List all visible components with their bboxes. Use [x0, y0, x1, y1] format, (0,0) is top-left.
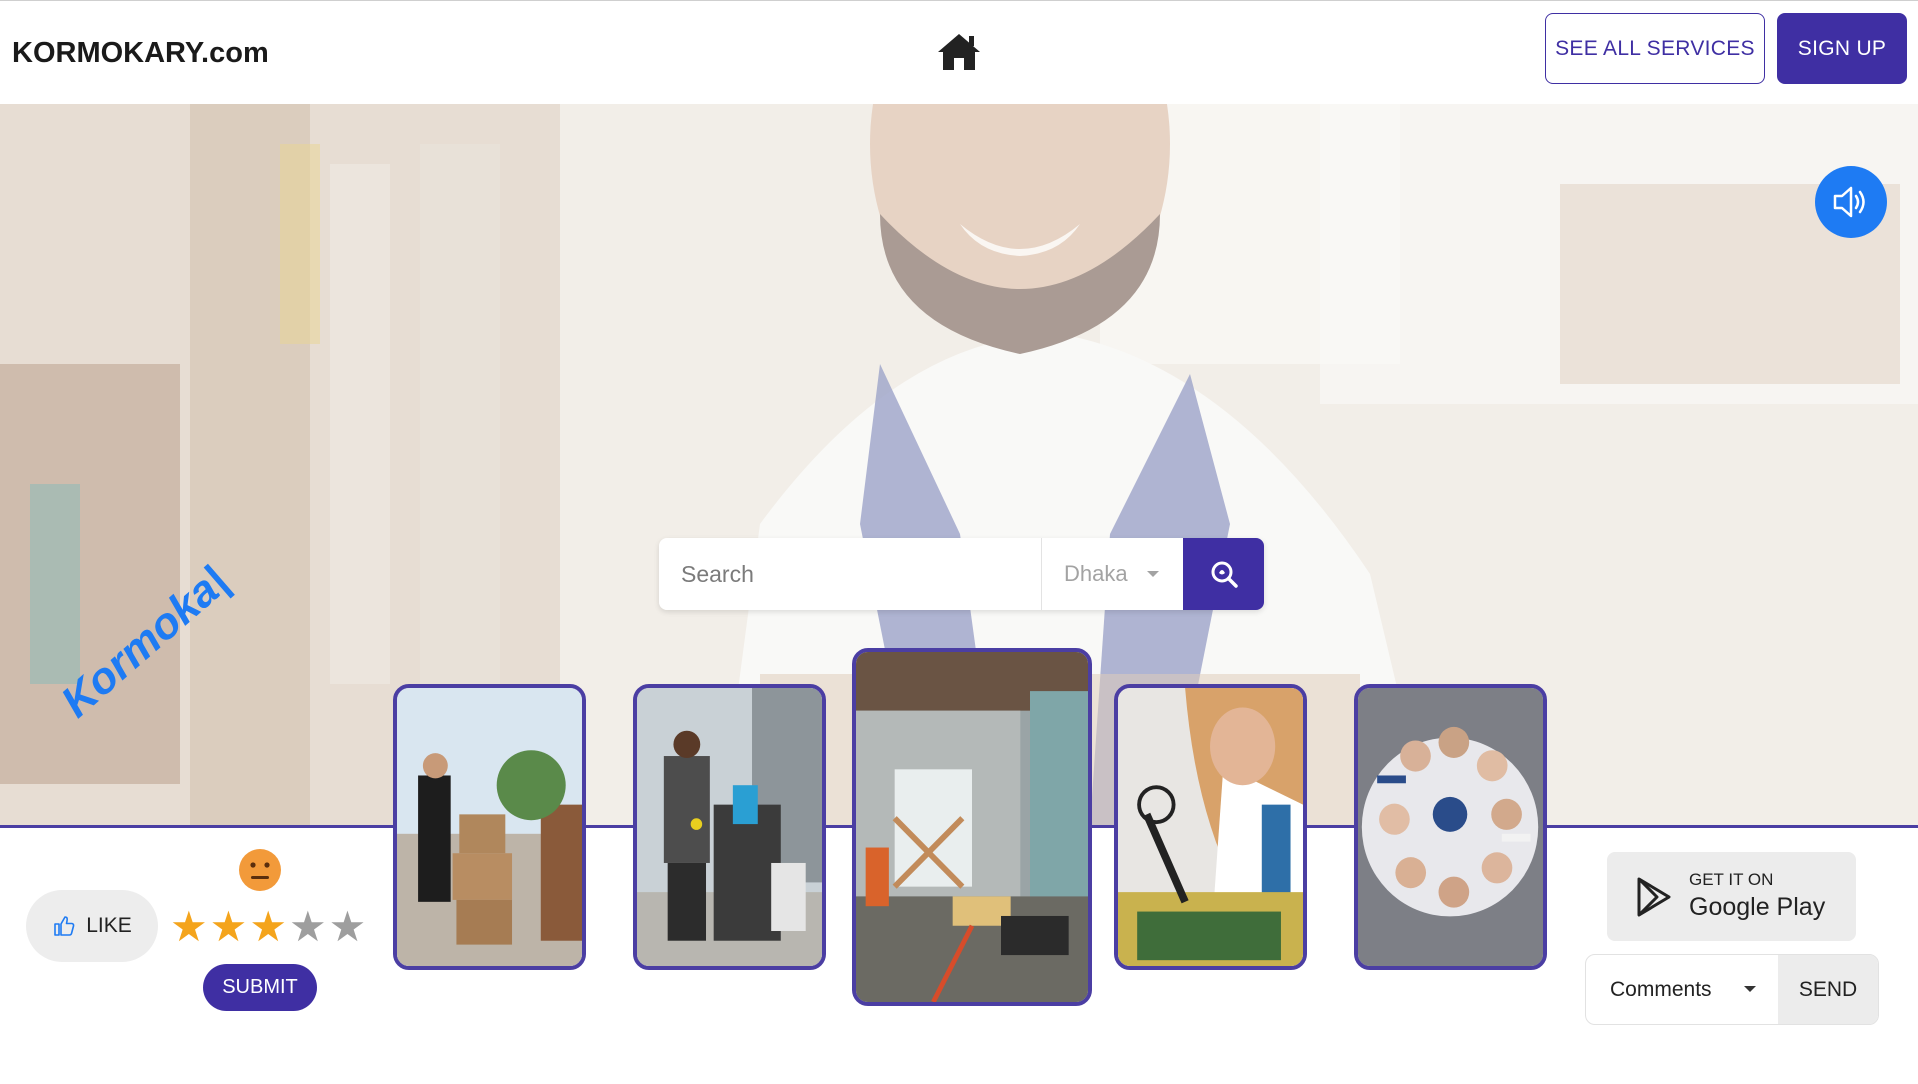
- comments-select[interactable]: Comments: [1586, 955, 1778, 1024]
- star-icon[interactable]: ★: [210, 906, 248, 948]
- star-icon[interactable]: ★: [170, 906, 208, 948]
- delivery-worker-card[interactable]: [393, 684, 586, 970]
- play-store-icon: [1637, 877, 1671, 916]
- google-play-text: Google Play: [1689, 893, 1826, 922]
- comments-group: Comments SEND: [1585, 954, 1879, 1025]
- comments-select-label: Comments: [1610, 977, 1712, 1001]
- brand-logo[interactable]: KORMOKARY.com: [12, 37, 269, 70]
- search-input[interactable]: [659, 538, 1041, 610]
- see-all-services-button[interactable]: SEE ALL SERVICES: [1545, 13, 1765, 84]
- speaker-icon[interactable]: [1815, 166, 1887, 238]
- city-select-value: Dhaka: [1064, 561, 1128, 586]
- send-button[interactable]: SEND: [1778, 955, 1878, 1024]
- search-button[interactable]: [1183, 538, 1264, 610]
- star-icon[interactable]: ★: [329, 906, 367, 948]
- renovation-card[interactable]: [852, 648, 1092, 1006]
- like-label: LIKE: [86, 914, 132, 937]
- thumbs-up-icon: [54, 916, 75, 936]
- city-select[interactable]: Dhaka: [1041, 538, 1183, 610]
- star-icon[interactable]: ★: [249, 906, 287, 948]
- sign-up-button[interactable]: SIGN UP: [1777, 13, 1907, 84]
- team-card[interactable]: [1354, 684, 1547, 970]
- top-header: KORMOKARY.com SEE ALL SERVICES SIGN UP: [0, 0, 1918, 104]
- chevron-down-icon: [1744, 986, 1756, 992]
- electronics-repair-card[interactable]: [1114, 684, 1307, 970]
- star-icon[interactable]: ★: [289, 906, 327, 948]
- cleaning-worker-card[interactable]: [633, 684, 826, 970]
- submit-button[interactable]: SUBMIT: [203, 964, 317, 1011]
- neutral-face-icon: [238, 848, 282, 892]
- like-button[interactable]: LIKE: [26, 890, 158, 962]
- search-icon: [1211, 561, 1238, 588]
- google-play-badge[interactable]: GET IT ON Google Play: [1607, 852, 1856, 941]
- get-it-on-text: GET IT ON: [1689, 870, 1774, 890]
- search-bar: Dhaka: [659, 538, 1264, 610]
- star-rating[interactable]: ★ ★ ★ ★ ★: [170, 906, 366, 948]
- chevron-down-icon: [1147, 571, 1159, 577]
- home-icon[interactable]: [935, 31, 983, 73]
